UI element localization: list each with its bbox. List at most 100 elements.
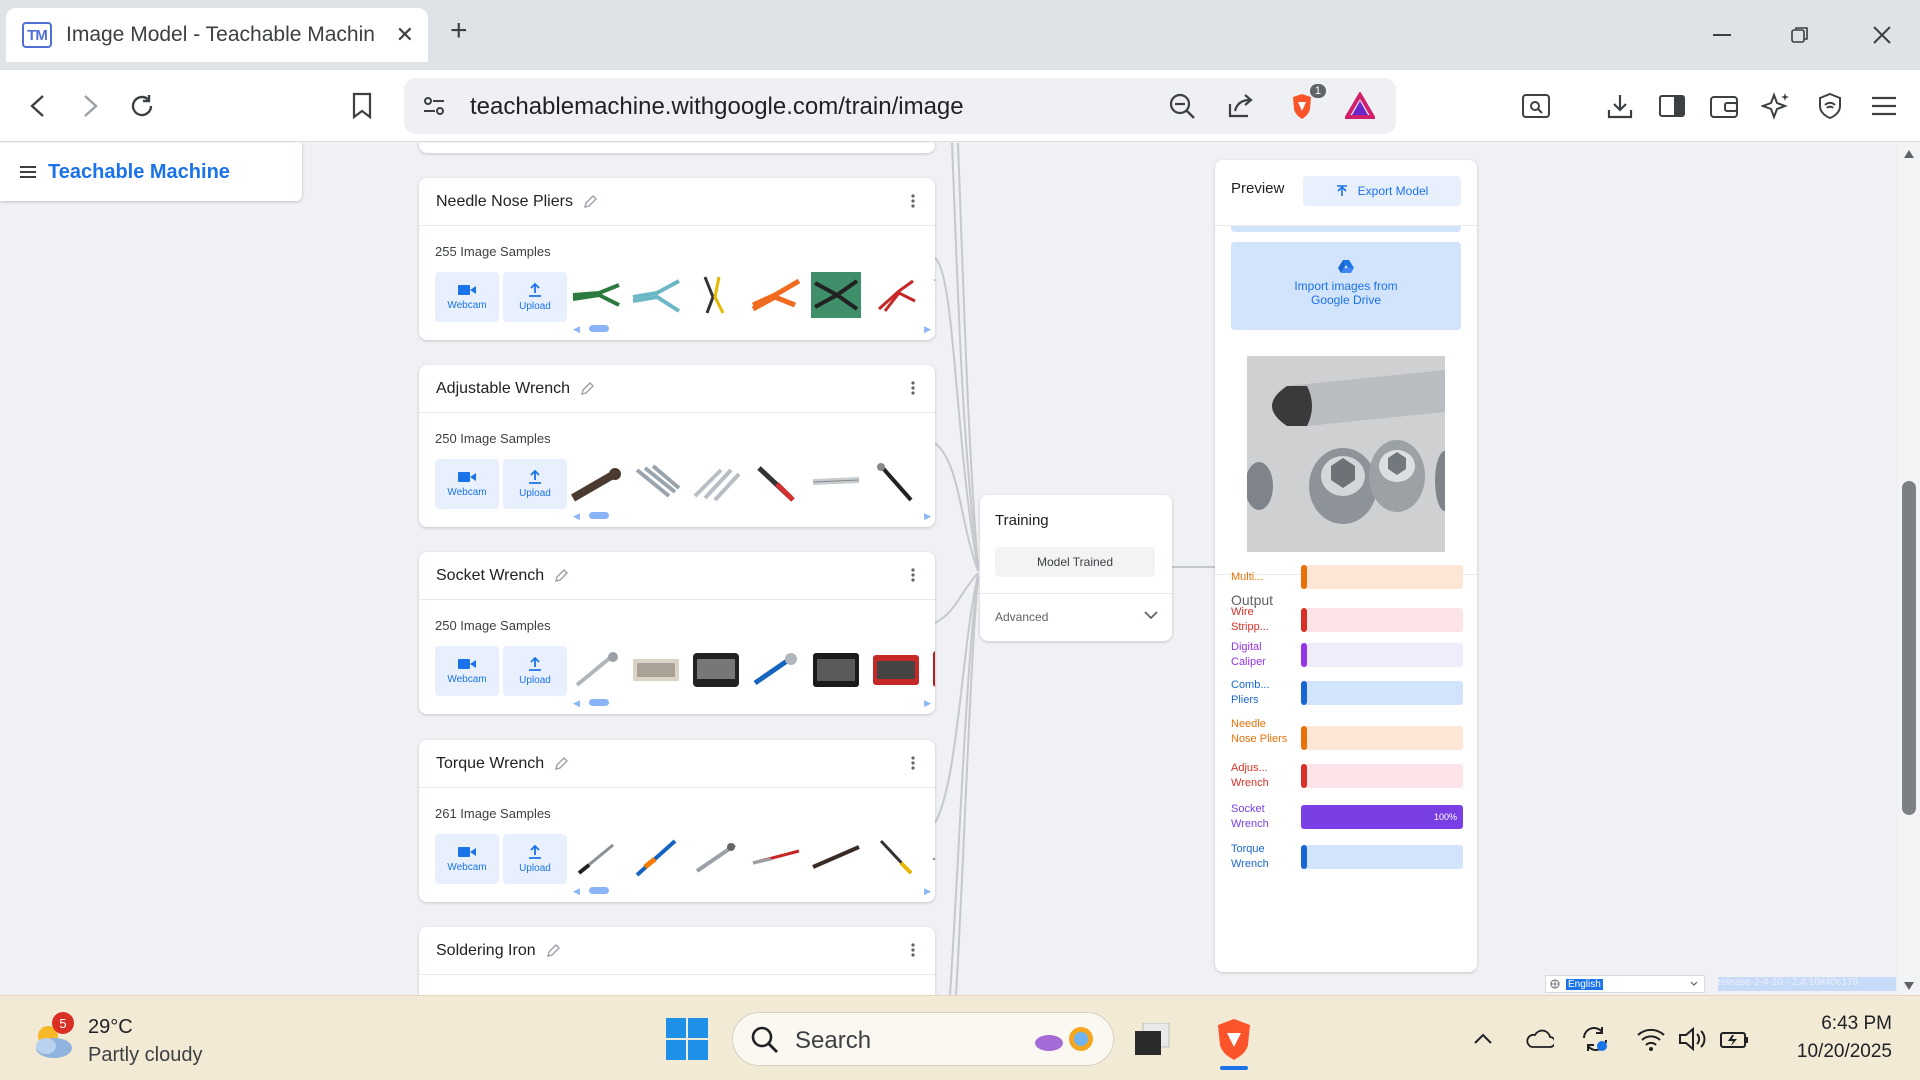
- more-options-icon[interactable]: [911, 193, 915, 209]
- thumbnail-scrollbar[interactable]: ◀ ▶: [573, 511, 931, 522]
- scroll-thumb[interactable]: [589, 512, 609, 519]
- sample-thumbnail[interactable]: [571, 272, 621, 318]
- sample-thumbnails[interactable]: [571, 646, 935, 692]
- sync-icon[interactable]: [1578, 1022, 1612, 1056]
- scroll-right-icon[interactable]: ▶: [924, 324, 931, 335]
- sample-thumbnail[interactable]: [691, 646, 741, 692]
- sample-thumbnail[interactable]: [751, 646, 801, 692]
- class-name[interactable]: Soldering Iron: [436, 942, 536, 960]
- sample-thumbnail[interactable]: [811, 834, 861, 880]
- hamburger-menu-icon[interactable]: [20, 165, 36, 179]
- forward-icon[interactable]: [72, 88, 108, 124]
- sample-thumbnail[interactable]: [871, 834, 921, 880]
- edit-pencil-icon[interactable]: [554, 568, 569, 583]
- more-options-icon[interactable]: [911, 942, 915, 958]
- sample-thumbnail[interactable]: [751, 834, 801, 880]
- scroll-right-icon[interactable]: ▶: [924, 511, 931, 522]
- vpn-shield-icon[interactable]: [1812, 88, 1848, 124]
- class-name[interactable]: Torque Wrench: [436, 755, 544, 773]
- leo-ai-icon[interactable]: [1758, 88, 1794, 124]
- onedrive-icon[interactable]: [1522, 1022, 1556, 1056]
- scroll-thumb[interactable]: [589, 325, 609, 332]
- upload-button[interactable]: Upload: [503, 459, 567, 509]
- sample-thumbnail[interactable]: [871, 459, 921, 505]
- share-icon[interactable]: [1222, 88, 1258, 124]
- class-name[interactable]: Needle Nose Pliers: [436, 193, 573, 211]
- scroll-right-icon[interactable]: ▶: [924, 886, 931, 897]
- weather-widget[interactable]: 5 29°C Partly cloudy: [30, 1010, 260, 1070]
- tab-search-icon[interactable]: [1518, 88, 1554, 124]
- webcam-button[interactable]: Webcam: [435, 272, 499, 322]
- sample-thumbnail[interactable]: [631, 834, 681, 880]
- scroll-left-icon[interactable]: ◀: [573, 511, 580, 522]
- wifi-icon[interactable]: [1634, 1022, 1668, 1056]
- taskbar-clock[interactable]: 6:43 PM 10/20/2025: [1772, 1010, 1892, 1066]
- wallet-icon[interactable]: [1706, 88, 1742, 124]
- url-text[interactable]: teachablemachine.withgoogle.com/train/im…: [470, 93, 964, 121]
- sample-thumbnail[interactable]: [811, 272, 861, 318]
- task-view-icon[interactable]: [1130, 1016, 1176, 1062]
- scroll-down-icon[interactable]: [1903, 981, 1915, 991]
- scroll-left-icon[interactable]: ◀: [573, 324, 580, 335]
- close-window-icon[interactable]: [1862, 18, 1902, 52]
- scroll-thumb[interactable]: [589, 887, 609, 894]
- sample-thumbnail[interactable]: [931, 272, 935, 318]
- class-name[interactable]: Adjustable Wrench: [436, 380, 570, 398]
- thumbnail-scrollbar[interactable]: ◀ ▶: [573, 698, 931, 709]
- import-google-drive-button[interactable]: Import images from Google Drive: [1231, 242, 1461, 330]
- sample-thumbnail[interactable]: [751, 459, 801, 505]
- brave-browser-taskbar-icon[interactable]: [1211, 1016, 1257, 1062]
- taskbar-search[interactable]: Search: [732, 1012, 1114, 1066]
- sample-thumbnail[interactable]: [571, 459, 621, 505]
- downloads-icon[interactable]: [1602, 88, 1638, 124]
- upload-button[interactable]: Upload: [503, 272, 567, 322]
- webcam-button[interactable]: Webcam: [435, 834, 499, 884]
- chevron-down-icon[interactable]: [1144, 610, 1158, 620]
- more-options-icon[interactable]: [911, 380, 915, 396]
- browser-tab[interactable]: TM Image Model - Teachable Machine ✕: [6, 8, 428, 62]
- scroll-thumb[interactable]: [589, 699, 609, 706]
- restore-window-icon[interactable]: [1780, 18, 1820, 52]
- page-scrollbar[interactable]: [1898, 143, 1920, 995]
- language-selector[interactable]: English: [1545, 975, 1705, 993]
- webcam-button[interactable]: Webcam: [435, 646, 499, 696]
- sample-thumbnail[interactable]: [571, 646, 621, 692]
- export-model-button[interactable]: Export Model: [1303, 176, 1461, 206]
- back-icon[interactable]: [20, 88, 56, 124]
- windows-start-icon[interactable]: [664, 1016, 710, 1062]
- scroll-up-icon[interactable]: [1903, 149, 1915, 159]
- edit-pencil-icon[interactable]: [546, 943, 560, 958]
- sample-thumbnail[interactable]: [811, 459, 861, 505]
- reload-icon[interactable]: [124, 88, 160, 124]
- sample-thumbnail[interactable]: [631, 459, 681, 505]
- class-name[interactable]: Socket Wrench: [436, 567, 544, 585]
- more-options-icon[interactable]: [911, 755, 915, 771]
- upload-button[interactable]: Upload: [503, 834, 567, 884]
- menu-icon[interactable]: [1866, 88, 1902, 124]
- close-tab-icon[interactable]: ✕: [396, 22, 414, 48]
- edit-pencil-icon[interactable]: [583, 194, 597, 209]
- webcam-button[interactable]: Webcam: [435, 459, 499, 509]
- scrollbar-thumb[interactable]: [1902, 481, 1916, 815]
- address-bar[interactable]: teachablemachine.withgoogle.com/train/im…: [404, 78, 1396, 134]
- sample-thumbnail[interactable]: [571, 834, 621, 880]
- sample-thumbnail[interactable]: [691, 834, 741, 880]
- edit-pencil-icon[interactable]: [580, 381, 594, 396]
- train-model-button[interactable]: Model Trained: [995, 547, 1155, 577]
- show-hidden-icons-icon[interactable]: [1466, 1022, 1500, 1056]
- new-tab-button[interactable]: +: [450, 16, 468, 46]
- sample-thumbnail[interactable]: [691, 459, 741, 505]
- sample-thumbnails[interactable]: [571, 834, 935, 880]
- sample-thumbnail[interactable]: [931, 646, 935, 692]
- advanced-toggle[interactable]: Advanced: [995, 610, 1048, 624]
- thumbnail-scrollbar[interactable]: ◀ ▶: [573, 324, 931, 335]
- minimize-window-icon[interactable]: [1702, 18, 1742, 52]
- app-logo[interactable]: Teachable Machine: [48, 161, 230, 184]
- scroll-right-icon[interactable]: ▶: [924, 698, 931, 709]
- battery-icon[interactable]: [1718, 1022, 1752, 1056]
- thumbnail-scrollbar[interactable]: ◀ ▶: [573, 886, 931, 897]
- more-options-icon[interactable]: [911, 567, 915, 583]
- sample-thumbnails[interactable]: [571, 459, 935, 505]
- sample-thumbnail[interactable]: [631, 272, 681, 318]
- scroll-left-icon[interactable]: ◀: [573, 698, 580, 709]
